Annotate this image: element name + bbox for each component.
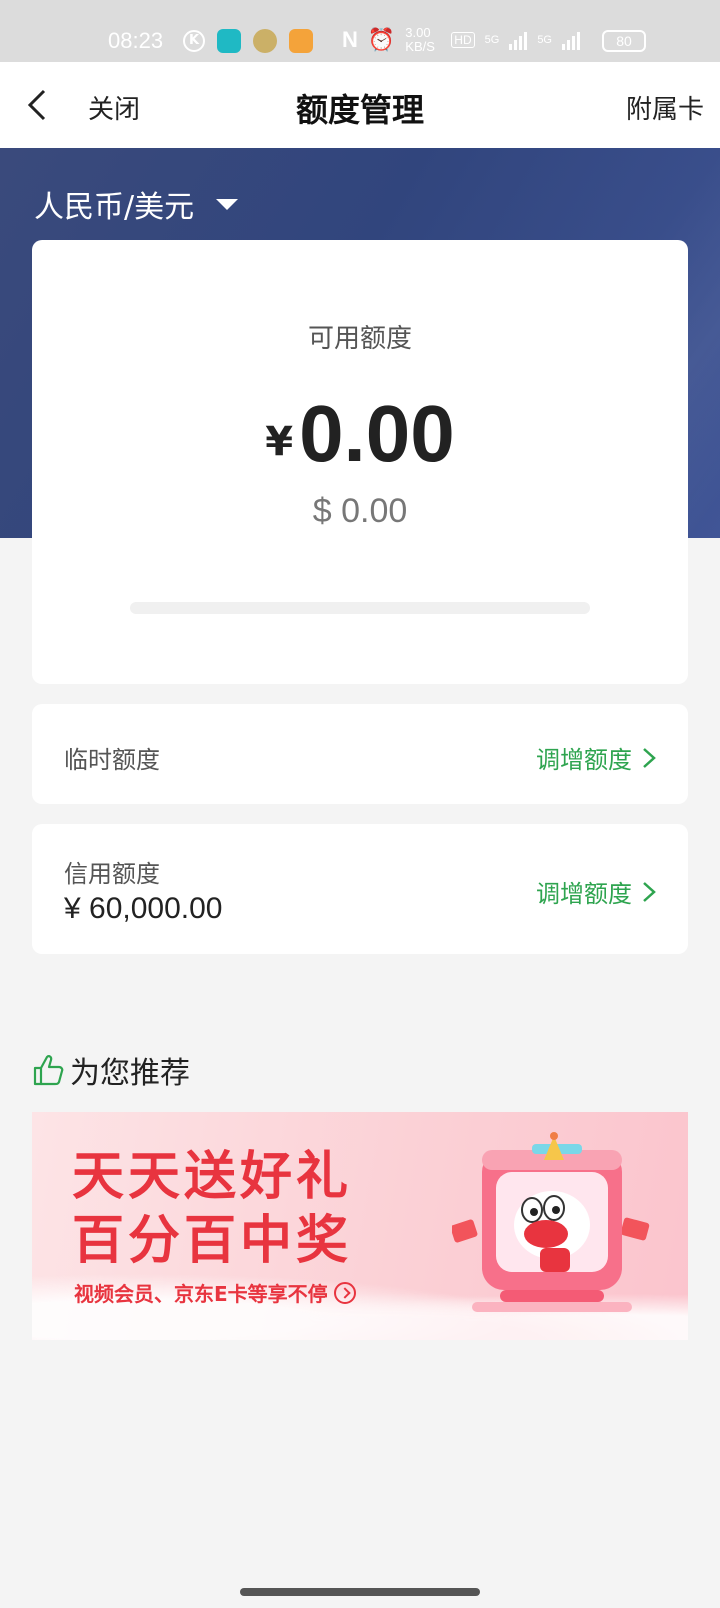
signal-1-icon bbox=[509, 30, 528, 50]
alarm-icon: ⏰ bbox=[367, 27, 396, 52]
app-header: 关闭 额度管理 附属卡 bbox=[0, 62, 720, 148]
hd-label: HD bbox=[451, 32, 475, 48]
network-5g-label-2: 5G bbox=[537, 34, 552, 46]
promo-subtitle: 视频会员、京东E卡等享不停 bbox=[74, 1278, 356, 1307]
cny-symbol: ¥ bbox=[265, 419, 294, 465]
increase-credit-limit-button[interactable]: 调增额度 bbox=[536, 874, 656, 909]
recommend-section-title: 为您推荐 bbox=[32, 1048, 190, 1092]
credit-limit-row: 信用额度 ¥ 60,000.00 调增额度 bbox=[32, 824, 688, 954]
home-app-icon bbox=[217, 29, 241, 53]
status-indicators: N ⏰ 3.00 KB/S HD 5G 5G bbox=[342, 26, 580, 54]
tv-mascot-illustration bbox=[452, 1132, 650, 1312]
signal-2-icon bbox=[562, 30, 580, 50]
currency-selector-label: 人民币/美元 bbox=[34, 190, 195, 225]
recommend-title-text: 为您推荐 bbox=[70, 1056, 190, 1091]
status-app-icons: K bbox=[183, 29, 313, 53]
badge-app-icon bbox=[253, 29, 277, 53]
status-time: 08:23 bbox=[108, 28, 164, 53]
chevron-right-icon bbox=[643, 747, 656, 768]
increase-credit-limit-label: 调增额度 bbox=[536, 880, 632, 908]
chevron-right-icon bbox=[643, 881, 656, 902]
network-speed: 3.00 KB/S bbox=[405, 25, 435, 54]
increase-temporary-limit-label: 调增额度 bbox=[536, 746, 632, 774]
temporary-limit-label: 临时额度 bbox=[64, 746, 160, 774]
credit-usage-bar bbox=[130, 602, 590, 614]
circle-arrow-right-icon bbox=[333, 1281, 356, 1304]
promo-banner[interactable]: 天天送好礼 百分百中奖 视频会员、京东E卡等享不停 bbox=[32, 1112, 688, 1340]
credit-limit-label: 信用额度 bbox=[64, 860, 160, 888]
promo-headline-2: 百分百中奖 bbox=[72, 1211, 353, 1271]
available-credit-card: 可用额度 ¥0.00 $ 0.00 bbox=[32, 240, 688, 684]
network-5g-label-1: 5G bbox=[484, 34, 500, 46]
page-title: 额度管理 bbox=[295, 91, 424, 129]
thumbs-up-icon bbox=[33, 1055, 64, 1086]
caret-down-icon bbox=[216, 198, 239, 210]
orange-app-icon bbox=[289, 29, 313, 53]
increase-temporary-limit-button[interactable]: 调增额度 bbox=[536, 740, 656, 775]
available-credit-usd: $ 0.00 bbox=[312, 492, 408, 530]
promo-subtitle-text: 视频会员、京东E卡等享不停 bbox=[74, 1282, 328, 1306]
battery-icon: 80 bbox=[602, 30, 646, 52]
k-icon: K bbox=[183, 30, 205, 52]
nfc-icon: N bbox=[341, 27, 358, 52]
cny-amount: 0.00 bbox=[299, 389, 455, 478]
status-bar: 08:23 K N ⏰ 3.00 KB/S HD 5G 5G 80 bbox=[0, 0, 720, 62]
home-indicator[interactable] bbox=[240, 1588, 480, 1596]
credit-limit-value: ¥ 60,000.00 bbox=[64, 892, 223, 925]
currency-selector[interactable]: 人民币/美元 bbox=[34, 182, 239, 226]
supplementary-card-button[interactable]: 附属卡 bbox=[626, 89, 704, 126]
available-credit-label: 可用额度 bbox=[307, 324, 412, 354]
temporary-limit-row: 临时额度 调增额度 bbox=[32, 704, 688, 804]
available-credit-cny: ¥0.00 bbox=[32, 388, 688, 480]
